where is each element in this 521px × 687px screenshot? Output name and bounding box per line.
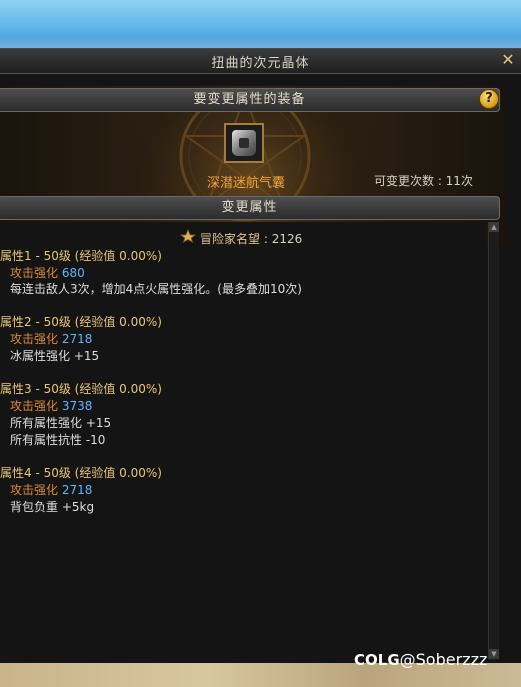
attribute-1-stat: 攻击强化 680 [10,264,85,281]
fame-icon [179,229,197,243]
fame-value: : 2126 [260,232,303,246]
item-icon [232,130,256,156]
watermark: COLG@Soberzzz [354,650,487,669]
attribute-1-stat-value: 680 [61,266,85,280]
attribute-3-effect-2: 所有属性抗性 -10 [10,433,106,447]
scroll-up-icon[interactable]: ▲ [489,222,499,232]
attribute-3-stat-label: 攻击强化 [10,399,59,413]
attribute-4-title: 属性4 - 50级 (经验值 0.00%) [0,466,162,480]
scroll-down-icon[interactable]: ▼ [489,649,499,659]
game-background-top [0,0,521,50]
watermark-handle: @Soberzzz [399,650,488,669]
attribute-1-stat-label: 攻击强化 [10,266,59,280]
attribute-3-title: 属性3 - 50级 (经验值 0.00%) [0,382,162,396]
attribute-2-stat: 攻击强化 2718 [10,330,92,347]
help-icon[interactable]: ? [479,89,499,109]
attribute-3-stat: 攻击强化 3738 [10,397,92,414]
window-titlebar[interactable]: 扭曲的次元晶体 ✕ [0,49,521,74]
attribute-1-title: 属性1 - 50级 (经验值 0.00%) [0,249,162,263]
watermark-logo: COLG [354,651,400,669]
attribute-2-stat-label: 攻击强化 [10,332,59,346]
attribute-3-effect-1: 所有属性强化 +15 [10,416,112,430]
item-name: 深潜迷航气囊 [206,176,285,191]
attribute-4-stat-value: 2718 [61,483,93,497]
fame-label: 冒险家名望 [200,232,261,246]
equipment-slot[interactable] [224,123,264,163]
attribute-2-effect-1: 冰属性强化 +15 [10,349,100,363]
fame-display: 冒险家名望 : 2126 [200,230,302,247]
change-count: 可变更次数 : 11次 [374,174,473,188]
close-icon[interactable]: ✕ [499,51,517,69]
attribute-4-stat-label: 攻击强化 [10,483,59,497]
attribute-4-stat: 攻击强化 2718 [10,481,92,498]
attribute-2-title: 属性2 - 50级 (经验值 0.00%) [0,315,162,329]
attribute-1-effect-1: 每连击敌人3次，增加4点火属性强化。(最多叠加10次) [10,282,302,296]
attribute-4-effect-1: 背包负重 +5kg [10,500,95,514]
window-title: 扭曲的次元晶体 [211,56,310,71]
attribute-section-header: 变更属性 [0,196,500,220]
attribute-scrollbar[interactable]: ▲ ▼ [488,222,499,659]
attribute-2-stat-value: 2718 [61,332,93,346]
attribute-3-stat-value: 3738 [61,399,93,413]
equipment-section-header: 要变更属性的装备 [0,88,500,112]
